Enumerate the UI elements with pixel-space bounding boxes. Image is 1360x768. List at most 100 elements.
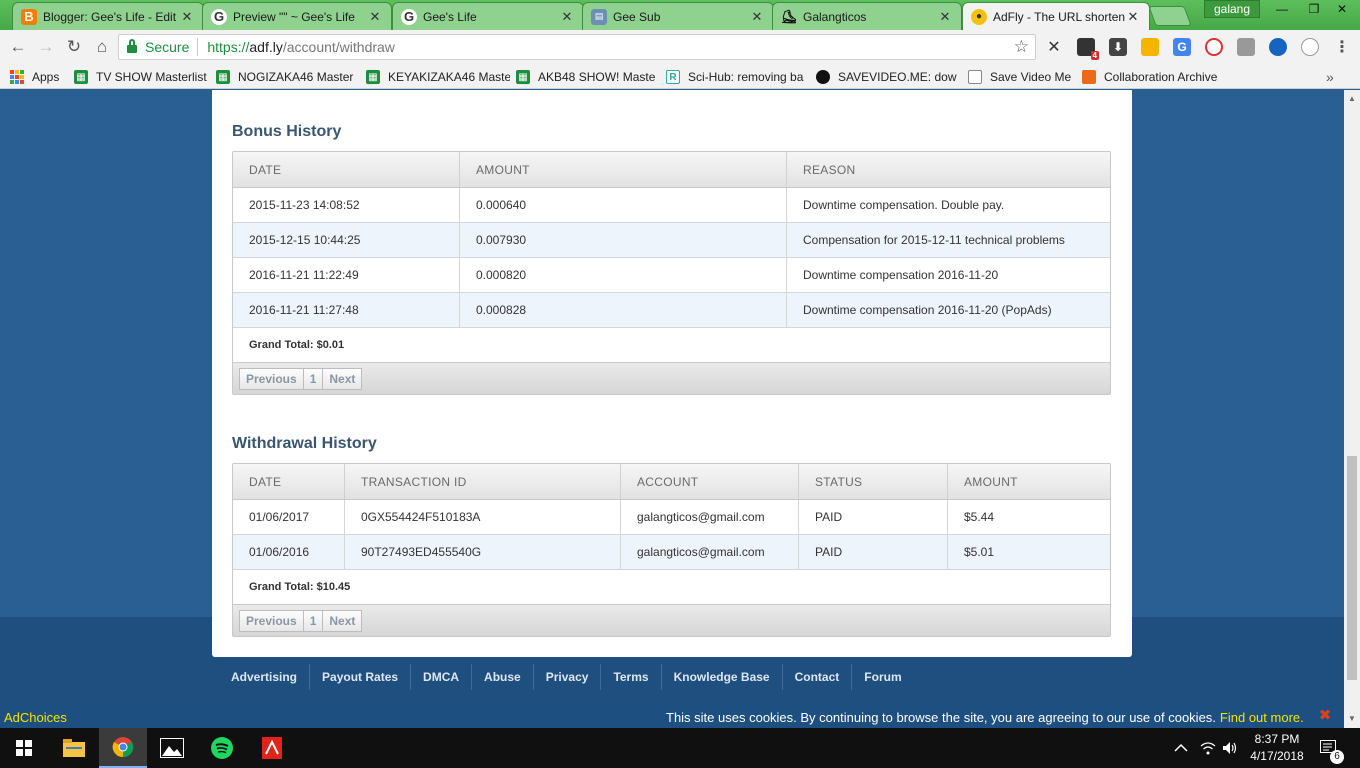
column-header-status[interactable]: STATUS: [799, 464, 948, 499]
footer-nav: Advertising Payout Rates DMCA Abuse Priv…: [212, 657, 1132, 697]
footer-link-payout-rates[interactable]: Payout Rates: [310, 664, 412, 690]
x-extension-icon[interactable]: ✕: [1045, 38, 1063, 56]
secure-indicator[interactable]: Secure: [119, 38, 199, 56]
tab-gee-sub[interactable]: ▤ Gee Sub ✕: [582, 2, 774, 30]
system-clock[interactable]: 8:37 PM 4/17/2018: [1244, 731, 1310, 765]
tab-galangticos[interactable]: ⛸ Galangticos ✕: [772, 2, 962, 30]
adchoices-link[interactable]: AdChoices: [0, 710, 660, 725]
bookmark-save-video-me[interactable]: Save Video Me: [964, 67, 1074, 87]
action-center-icon[interactable]: 6: [1320, 728, 1344, 768]
bookmark-scihub[interactable]: R Sci-Hub: removing ba: [662, 67, 808, 87]
profile-button[interactable]: galang: [1204, 0, 1260, 18]
column-header-date[interactable]: DATE: [233, 464, 345, 499]
column-header-amount[interactable]: AMOUNT: [948, 464, 1110, 499]
footer-link-dmca[interactable]: DMCA: [411, 664, 473, 690]
opera-icon[interactable]: [1205, 38, 1223, 56]
scrollbar-thumb[interactable]: [1347, 456, 1357, 680]
withdrawal-history-title: Withdrawal History: [232, 435, 377, 452]
menu-icon[interactable]: ⋮: [1333, 38, 1351, 56]
bookmark-tv-show[interactable]: ▦ TV SHOW Masterlist: [70, 67, 210, 87]
bookmark-akb48[interactable]: ▦ AKB48 SHOW! Maste: [512, 67, 658, 87]
close-icon[interactable]: ✖: [1318, 708, 1332, 723]
bookmark-label: Sci-Hub: removing ba: [688, 70, 804, 84]
tab-gees-life[interactable]: G Gee's Life ✕: [392, 2, 584, 30]
tab-preview[interactable]: G Preview "" ~ Gee's Life ✕: [202, 2, 392, 30]
sheets-icon: ▦: [366, 70, 380, 84]
scroll-up-icon[interactable]: ▲: [1348, 94, 1356, 103]
page-number-button[interactable]: 1: [303, 367, 324, 390]
column-header-transaction-id[interactable]: TRANSACTION ID: [345, 464, 621, 499]
footer-link-privacy[interactable]: Privacy: [534, 664, 602, 690]
close-icon[interactable]: ✕: [937, 9, 953, 25]
close-icon[interactable]: ✕: [559, 9, 575, 25]
wifi-icon[interactable]: [1200, 728, 1216, 768]
windows-taskbar: 8:37 PM 4/17/2018 6: [0, 728, 1360, 768]
circle-extension-icon[interactable]: [1301, 38, 1319, 56]
scihub-icon: R: [666, 70, 680, 84]
extension-icon[interactable]: 4: [1077, 38, 1099, 60]
column-header-date[interactable]: DATE: [233, 152, 460, 187]
cell-amount: 0.000640: [460, 188, 787, 222]
column-header-account[interactable]: ACCOUNT: [621, 464, 799, 499]
chrome-icon[interactable]: [99, 728, 147, 768]
minimize-icon[interactable]: —: [1266, 0, 1298, 18]
close-icon[interactable]: ✕: [749, 9, 765, 25]
cookie-banner: AdChoices This site uses cookies. By con…: [0, 706, 1344, 728]
windows-start-icon[interactable]: [0, 728, 48, 768]
bookmark-label: Apps: [32, 70, 60, 84]
photos-icon[interactable]: [148, 728, 196, 768]
spotify-icon[interactable]: [198, 728, 246, 768]
folder-icon[interactable]: [1141, 38, 1159, 56]
window-close-icon[interactable]: ✕: [1326, 0, 1358, 18]
back-arrow-icon[interactable]: ←: [6, 36, 30, 58]
cell-date: 01/06/2017: [233, 500, 345, 534]
acrobat-icon[interactable]: [248, 728, 296, 768]
column-header-amount[interactable]: AMOUNT: [460, 152, 787, 187]
reload-icon[interactable]: ↻: [62, 36, 86, 58]
footer-link-terms[interactable]: Terms: [601, 664, 662, 690]
playstation-icon[interactable]: [1269, 38, 1287, 56]
close-icon[interactable]: ✕: [1125, 9, 1141, 25]
footer-link-advertising[interactable]: Advertising: [212, 664, 311, 690]
bookmark-label: SAVEVIDEO.ME: dow: [838, 70, 957, 84]
bookmark-star-icon[interactable]: ☆: [1014, 37, 1029, 57]
shield-icon[interactable]: [1237, 38, 1255, 56]
footer-link-knowledge-base[interactable]: Knowledge Base: [662, 664, 783, 690]
volume-icon[interactable]: [1222, 728, 1238, 768]
file-explorer-icon[interactable]: [50, 728, 98, 768]
bookmark-collaboration[interactable]: Collaboration Archive: [1078, 67, 1222, 87]
tab-blogger[interactable]: B Blogger: Gee's Life - Edit ✕: [12, 2, 204, 30]
tray-chevron-icon[interactable]: [1174, 728, 1188, 768]
bookmark-keyakizaka[interactable]: ▦ KEYAKIZAKA46 Maste: [362, 67, 510, 87]
address-bar[interactable]: Secure https:// adf.ly /account/withdraw…: [118, 34, 1036, 60]
close-icon[interactable]: ✕: [179, 9, 195, 25]
footer-link-contact[interactable]: Contact: [783, 664, 853, 690]
bookmarks-overflow-icon[interactable]: »: [1322, 67, 1342, 87]
page-scrollbar[interactable]: ▲ ▼: [1344, 90, 1360, 728]
column-header-reason[interactable]: REASON: [787, 152, 1110, 187]
home-icon[interactable]: ⌂: [90, 36, 114, 58]
bookmark-apps[interactable]: Apps: [6, 67, 66, 87]
page-number-button[interactable]: 1: [303, 609, 324, 632]
bookmark-savevideo[interactable]: SAVEVIDEO.ME: dow: [812, 67, 960, 87]
next-page-button[interactable]: Next: [323, 367, 363, 390]
google-icon: G: [401, 8, 417, 25]
cell-amount: 0.000820: [460, 258, 787, 292]
footer-link-forum[interactable]: Forum: [852, 664, 913, 690]
new-tab-button[interactable]: [1148, 6, 1192, 26]
withdrawal-history-table: DATE TRANSACTION ID ACCOUNT STATUS AMOUN…: [232, 463, 1111, 637]
close-icon[interactable]: ✕: [367, 9, 383, 25]
download-icon[interactable]: ⬇: [1109, 38, 1127, 56]
next-page-button[interactable]: Next: [323, 609, 363, 632]
forward-arrow-icon[interactable]: →: [34, 36, 58, 58]
previous-page-button[interactable]: Previous: [239, 609, 304, 632]
tab-label: Gee's Life: [423, 9, 477, 24]
bookmark-nogizaka[interactable]: ▦ NOGIZAKA46 Master: [212, 67, 360, 87]
translate-icon[interactable]: G: [1173, 38, 1191, 56]
footer-link-abuse[interactable]: Abuse: [472, 664, 534, 690]
scroll-down-icon[interactable]: ▼: [1348, 714, 1356, 723]
tab-adfly[interactable]: ● AdFly - The URL shortener ✕: [962, 2, 1150, 30]
table-header: DATE TRANSACTION ID ACCOUNT STATUS AMOUN…: [233, 464, 1110, 500]
cookie-find-out-more-link[interactable]: Find out more.: [1220, 710, 1304, 725]
previous-page-button[interactable]: Previous: [239, 367, 304, 390]
